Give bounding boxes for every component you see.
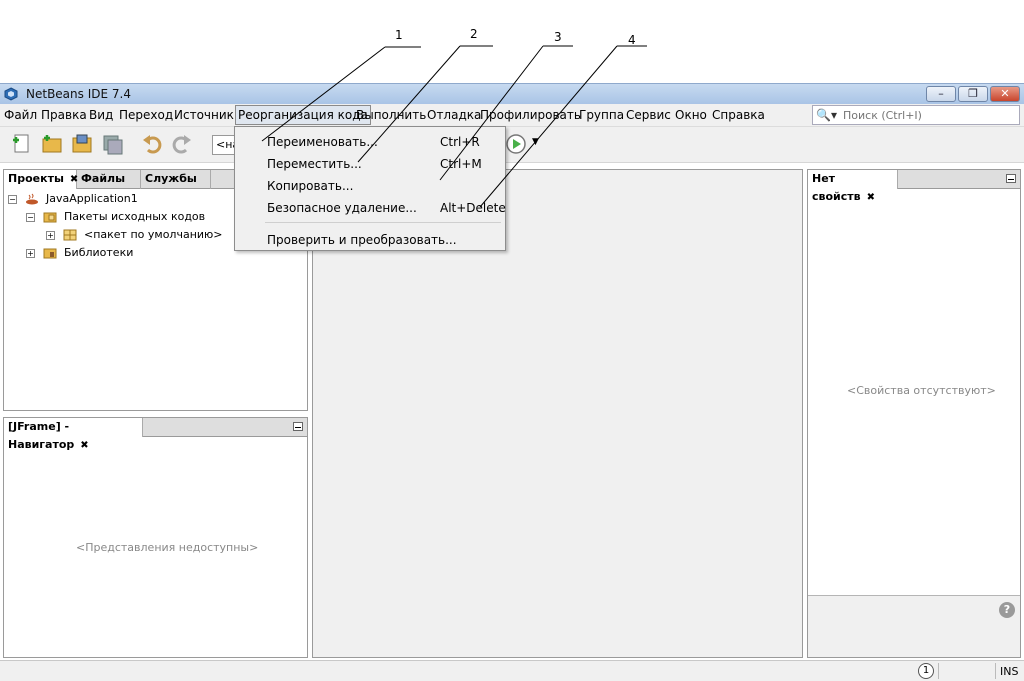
- tab-services[interactable]: Службы: [141, 170, 211, 189]
- tab-files[interactable]: Файлы: [77, 170, 141, 189]
- save-all-icon[interactable]: [100, 132, 124, 156]
- java-project-icon: [25, 193, 38, 205]
- libraries-folder-icon: [43, 248, 56, 259]
- new-file-icon[interactable]: [10, 132, 34, 156]
- menu-help[interactable]: Справка: [712, 108, 765, 122]
- menu-edit[interactable]: Правка: [41, 108, 87, 122]
- profile-project-icon[interactable]: [504, 132, 528, 156]
- menu-refactor[interactable]: Реорганизация кода: [235, 105, 371, 125]
- navigator-placeholder: <Представления недоступны>: [76, 541, 259, 554]
- tree-row-libraries[interactable]: + Библиотеки: [26, 246, 133, 259]
- collapse-toggle-icon[interactable]: −: [8, 194, 17, 204]
- menu-window[interactable]: Окно: [675, 108, 707, 122]
- tab-projects-label: Проекты: [8, 172, 64, 185]
- menu-view[interactable]: Вид: [89, 108, 113, 122]
- tree-label-default-package: <пакет по умолчанию>: [84, 228, 223, 241]
- tree-row-project[interactable]: − JavaApplication1: [8, 192, 138, 205]
- tab-projects[interactable]: Проекты ✖: [4, 170, 78, 189]
- rename-shortcut: Ctrl+R: [440, 135, 480, 149]
- move-label: Переместить...: [267, 157, 362, 171]
- menu-item-rename[interactable]: Переименовать... Ctrl+R: [235, 131, 505, 153]
- properties-description-area: [808, 596, 1020, 657]
- close-button[interactable]: ✕: [990, 86, 1020, 102]
- menu-navigate[interactable]: Переход: [119, 108, 173, 122]
- menu-item-inspect-transform[interactable]: Проверить и преобразовать...: [235, 229, 505, 251]
- navigator-tabstrip: [JFrame] - Навигатор ✖: [4, 418, 307, 451]
- notifications-icon[interactable]: 1: [918, 663, 934, 679]
- collapse-toggle-icon[interactable]: −: [26, 212, 35, 222]
- rename-label: Переименовать...: [267, 135, 378, 149]
- minimize-button[interactable]: –: [926, 86, 956, 102]
- new-project-icon[interactable]: [40, 132, 64, 156]
- status-divider: [995, 663, 996, 679]
- properties-panel: Нет свойств ✖ <Свойства отсутствуют> ?: [807, 169, 1021, 658]
- window-titlebar: NetBeans IDE 7.4 – ❐ ✕: [0, 83, 1024, 104]
- callout-3: 3: [554, 30, 562, 44]
- statusbar: 1 INS: [0, 660, 1024, 681]
- menu-item-move[interactable]: Переместить... Ctrl+M: [235, 153, 505, 175]
- tree-row-source-packages[interactable]: − Пакеты исходных кодов: [26, 210, 205, 223]
- redo-icon[interactable]: [170, 132, 194, 156]
- minimize-panel-icon[interactable]: [1006, 174, 1016, 183]
- tab-properties-label: Нет свойств: [812, 172, 861, 203]
- menu-item-copy[interactable]: Копировать...: [235, 175, 505, 197]
- move-shortcut: Ctrl+M: [440, 157, 482, 171]
- tab-navigator[interactable]: [JFrame] - Навигатор ✖: [4, 418, 143, 451]
- undo-icon[interactable]: [140, 132, 164, 156]
- profile-dropdown-arrow-icon[interactable]: ▼: [532, 137, 539, 147]
- menu-item-safe-delete[interactable]: Безопасное удаление... Alt+Delete: [235, 197, 506, 219]
- tab-properties[interactable]: Нет свойств ✖: [808, 170, 898, 203]
- search-icon: 🔍▾: [816, 108, 837, 122]
- menu-run[interactable]: Выполнить: [356, 108, 426, 122]
- menu-source[interactable]: Источник: [174, 108, 234, 122]
- toolbar: <на ▼: [0, 127, 1024, 163]
- callout-2: 2: [470, 27, 478, 41]
- menu-separator: [265, 222, 501, 223]
- callout-1: 1: [395, 28, 403, 42]
- status-divider: [938, 663, 939, 679]
- refactor-dropdown-menu: Переименовать... Ctrl+R Переместить... C…: [234, 126, 506, 251]
- restore-button[interactable]: ❐: [958, 86, 988, 102]
- inspect-transform-label: Проверить и преобразовать...: [267, 233, 457, 247]
- safe-delete-shortcut: Alt+Delete: [440, 201, 506, 215]
- tab-navigator-label: [JFrame] - Навигатор: [8, 420, 75, 451]
- minimize-panel-icon[interactable]: [293, 422, 303, 431]
- expand-toggle-icon[interactable]: +: [26, 248, 35, 258]
- copy-label: Копировать...: [267, 179, 354, 193]
- close-tab-icon[interactable]: ✖: [80, 440, 88, 451]
- menu-tools[interactable]: Сервис: [626, 108, 671, 122]
- tree-label-project: JavaApplication1: [46, 192, 138, 205]
- menu-team[interactable]: Группа: [579, 108, 624, 122]
- open-project-icon[interactable]: [70, 132, 94, 156]
- tree-label-libraries: Библиотеки: [64, 246, 134, 259]
- tree-label-source-packages: Пакеты исходных кодов: [64, 210, 206, 223]
- netbeans-logo-icon: [4, 87, 18, 101]
- search-input[interactable]: [841, 107, 1017, 123]
- tree-row-default-package[interactable]: + <пакет по умолчанию>: [46, 228, 223, 241]
- properties-tabstrip: Нет свойств ✖: [808, 170, 1020, 203]
- menu-debug[interactable]: Отладка: [427, 108, 481, 122]
- safe-delete-label: Безопасное удаление...: [267, 201, 417, 215]
- menu-file[interactable]: Файл: [4, 108, 37, 122]
- properties-placeholder: <Свойства отсутствуют>: [847, 384, 996, 397]
- menu-profile[interactable]: Профилировать: [480, 108, 581, 122]
- menubar: Файл Правка Вид Переход Источник Реорган…: [0, 104, 1024, 127]
- navigator-panel: [JFrame] - Навигатор ✖ <Представления нед…: [3, 417, 308, 658]
- window-title: NetBeans IDE 7.4: [26, 87, 131, 101]
- source-packages-folder-icon: [43, 212, 56, 223]
- search-box[interactable]: 🔍▾: [812, 105, 1020, 125]
- callout-4: 4: [628, 33, 636, 47]
- help-icon[interactable]: ?: [999, 602, 1015, 618]
- package-icon: [63, 229, 76, 241]
- notifications-count: 1: [922, 665, 930, 676]
- expand-toggle-icon[interactable]: +: [46, 230, 55, 240]
- insert-mode-indicator: INS: [1000, 665, 1019, 678]
- close-tab-icon[interactable]: ✖: [867, 192, 875, 203]
